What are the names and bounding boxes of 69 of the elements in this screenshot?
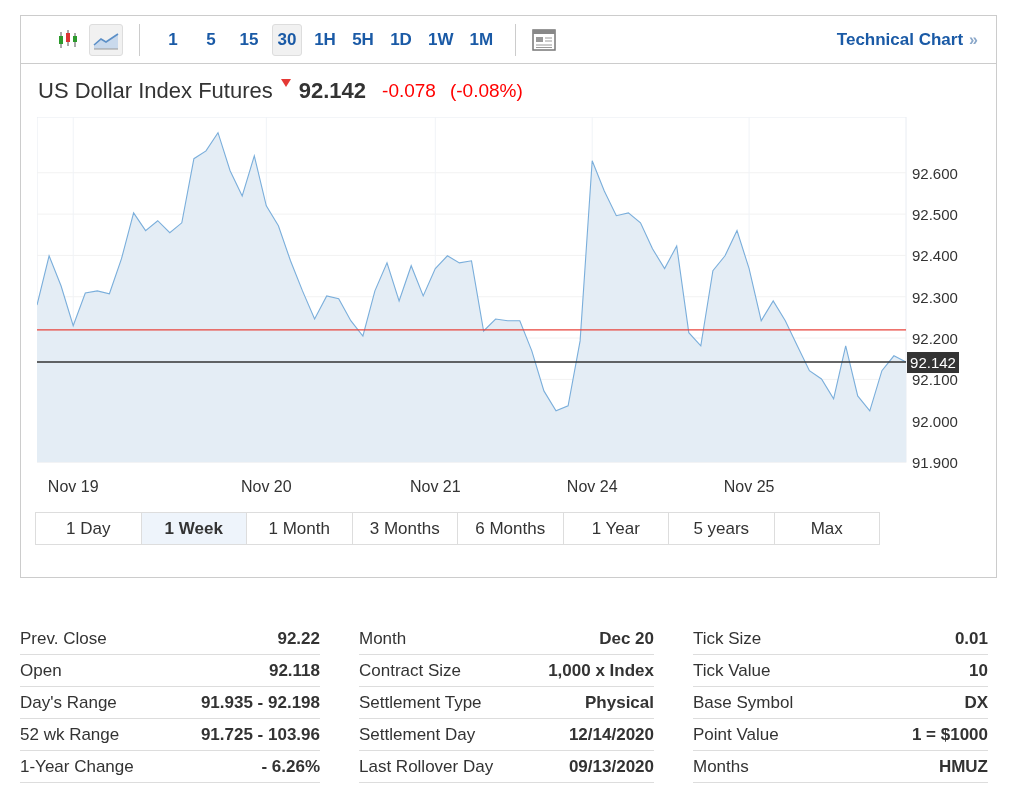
stat-value: 0.01 <box>954 628 988 649</box>
interval-button[interactable]: 1 <box>158 23 188 56</box>
stat-value: 92.22 <box>277 628 320 649</box>
stat-label: Base Symbol <box>693 692 794 713</box>
interval-button[interactable]: 5H <box>348 23 378 56</box>
x-axis-label: Nov 19 <box>47 478 99 495</box>
chart-type-button[interactable] <box>89 23 123 56</box>
stat-label: Prev. Close <box>20 628 107 649</box>
stat-value: HMUZ <box>938 756 988 777</box>
range-tab[interactable]: 1 Year <box>562 512 669 545</box>
stat-label: Contract Size <box>359 660 462 681</box>
y-axis-label: 92.000 <box>912 412 958 430</box>
interval-button[interactable]: 1M <box>465 23 498 56</box>
stat-value: 91.725 - 103.96 <box>200 724 320 745</box>
interval-button[interactable]: 15 <box>234 23 264 56</box>
interval-button[interactable]: 30 <box>272 23 302 56</box>
stat-value: DX <box>964 692 988 713</box>
stat-label: Day's Range <box>20 692 117 713</box>
stat-value: 09/13/2020 <box>568 756 654 777</box>
stat-label: Months <box>693 756 749 777</box>
stat-label: Last Rollover Day <box>359 756 494 777</box>
technical-chart-link[interactable]: Technical Chart » <box>836 29 978 50</box>
x-axis-label: Nov 25 <box>723 478 775 495</box>
stat-value: 92.118 <box>268 660 320 681</box>
last-price: 92.142 <box>298 77 367 104</box>
stat-label: Tick Value <box>693 660 771 681</box>
range-tab[interactable]: 5 years <box>668 512 775 545</box>
range-tab[interactable]: 1 Month <box>246 512 353 545</box>
stat-value: Dec 20 <box>599 628 654 649</box>
interval-button[interactable]: 1H <box>310 23 340 56</box>
stat-label: Tick Size <box>693 628 762 649</box>
price-change: -0.078 <box>382 79 436 102</box>
range-tab[interactable]: 1 Week <box>140 512 247 545</box>
x-axis-label: Nov 20 <box>240 478 292 495</box>
y-axis-label: 92.300 <box>912 288 958 306</box>
stat-label: 1-Year Change <box>20 756 134 777</box>
x-axis-label: Nov 21 <box>409 478 461 495</box>
candlestick-icon <box>57 28 79 51</box>
y-axis-label: 92.500 <box>912 206 958 224</box>
price-tag: 92.142 <box>907 352 959 373</box>
interval-button[interactable]: 1W <box>424 23 458 56</box>
stat-value: - 6.26% <box>261 756 320 777</box>
stat-label: Settlement Day <box>359 724 476 745</box>
layout-icon[interactable] <box>532 28 557 51</box>
stat-value: 12/14/2020 <box>568 724 654 745</box>
stat-value: Physical <box>585 692 654 713</box>
interval-button[interactable]: 1D <box>386 23 416 56</box>
y-axis-label: 92.200 <box>912 330 958 348</box>
percent-change: (-0.08%) <box>449 79 523 102</box>
y-axis-label: 91.900 <box>912 454 958 471</box>
stat-label: Point Value <box>693 724 779 745</box>
stat-value: 10 <box>969 660 988 681</box>
y-axis-label: 92.400 <box>912 247 958 265</box>
x-axis-label: Nov 24 <box>566 478 618 495</box>
instrument-name: US Dollar Index Futures <box>38 77 273 104</box>
stat-value: 1,000 x Index <box>548 660 654 681</box>
range-tab[interactable]: 1 Day <box>35 512 142 545</box>
stat-label: Open <box>20 660 62 681</box>
stat-label: Month <box>359 628 407 649</box>
stat-label: Settlement Type <box>359 692 482 713</box>
stat-value: 1 = $1000 <box>911 724 988 745</box>
stat-label: 52 wk Range <box>20 724 120 745</box>
range-tab[interactable]: 3 Months <box>351 512 458 545</box>
range-tab[interactable]: Max <box>773 512 880 545</box>
y-axis-label: 92.100 <box>912 371 958 389</box>
y-axis-label: 92.600 <box>912 164 958 182</box>
range-tab[interactable]: 6 Months <box>457 512 564 545</box>
stat-value: 91.935 - 92.198 <box>200 692 320 713</box>
interval-button[interactable]: 5 <box>196 23 226 56</box>
